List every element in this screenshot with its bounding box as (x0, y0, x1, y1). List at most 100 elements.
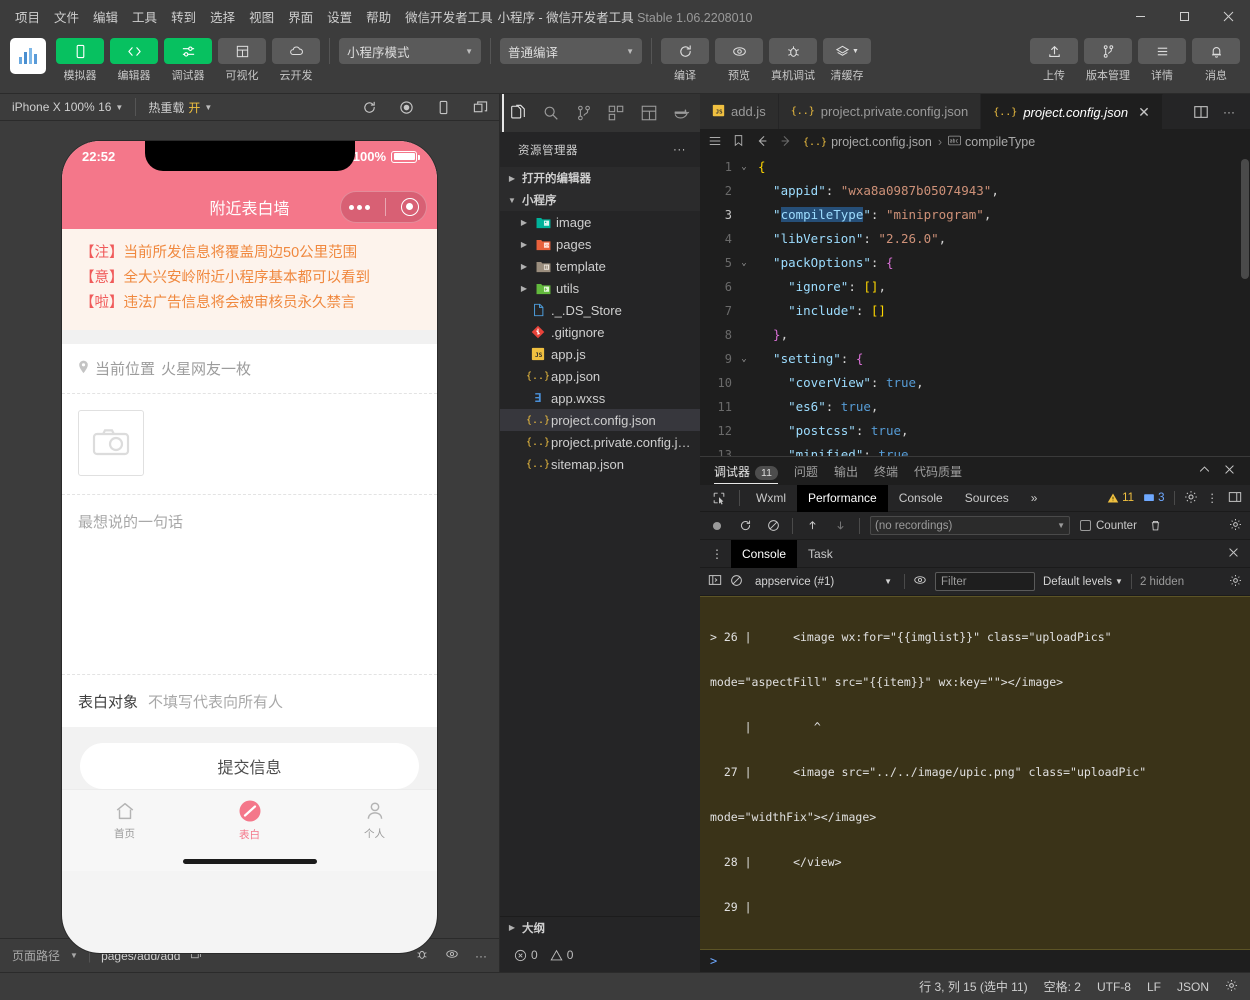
outline-list-icon[interactable] (708, 134, 722, 151)
extensions-icon[interactable] (600, 94, 633, 132)
menu-item-file[interactable]: 文件 (47, 3, 86, 30)
tree-item-utils[interactable]: ▶ utils (500, 277, 700, 299)
devtools-message-count[interactable]: 3 (1143, 492, 1164, 504)
upload-image-button[interactable] (78, 410, 144, 476)
settings-gear-icon[interactable] (1184, 490, 1198, 507)
record-circle-icon[interactable] (708, 520, 726, 532)
devtools-tab-sources[interactable]: Sources (954, 485, 1020, 512)
breadcrumb-file[interactable]: {..} project.config.json (803, 135, 932, 149)
counter-checkbox-wrap[interactable]: Counter (1080, 520, 1137, 532)
indent-setting[interactable]: 空格: 2 (1044, 978, 1081, 995)
toolbar-debugger[interactable]: 调试器 (164, 38, 212, 83)
outline-section[interactable]: ▶ 大纲 (500, 916, 700, 938)
language-mode[interactable]: JSON (1177, 980, 1209, 994)
menu-item-help[interactable]: 帮助 (359, 3, 398, 30)
recordings-select[interactable]: (no recordings) ▼ (870, 516, 1070, 535)
sim-status-eye-icon[interactable] (445, 947, 459, 964)
mode-select[interactable]: 小程序模式 ▼ (339, 38, 481, 64)
collapse-icon[interactable] (1198, 463, 1211, 479)
search-icon[interactable] (535, 94, 568, 132)
menu-item-tools[interactable]: 工具 (125, 3, 164, 30)
forward-arrow-icon[interactable] (779, 134, 793, 151)
status-settings-icon[interactable] (1225, 979, 1238, 995)
console-clear-icon[interactable] (730, 574, 743, 590)
toolbar-clear-cache[interactable]: ▼ 清缓存 (823, 38, 871, 83)
target-input-row[interactable]: 表白对象 不填写代表向所有人 (62, 675, 437, 727)
toolbar-version[interactable]: 版本管理 (1084, 38, 1132, 83)
warning-count[interactable]: 0 (550, 948, 574, 962)
devtools-tab-performance[interactable]: Performance (797, 485, 888, 512)
close-icon[interactable]: ✕ (1138, 104, 1150, 121)
reload-icon[interactable] (736, 519, 754, 532)
panel-tab-problems[interactable]: 问题 (794, 458, 818, 484)
menu-item-ui[interactable]: 界面 (281, 3, 320, 30)
sim-multi-window-button[interactable] (462, 94, 499, 121)
tree-item-ds-store[interactable]: ._.DS_Store (500, 299, 700, 321)
editor-more-icon[interactable]: ··· (1216, 94, 1242, 129)
source-control-icon[interactable] (567, 94, 600, 132)
hot-reload-toggle[interactable]: 热重载 开 ▼ (136, 94, 224, 121)
console-filter-input[interactable]: Filter (935, 572, 1035, 591)
cursor-position[interactable]: 行 3, 列 15 (选中 11) (919, 978, 1027, 995)
close-icon[interactable] (1223, 463, 1236, 479)
layout-icon[interactable] (633, 94, 666, 132)
tab-home[interactable]: 首页 (62, 800, 187, 841)
files-icon[interactable] (502, 94, 535, 132)
menu-item-project[interactable]: 项目 (8, 3, 47, 30)
submit-button[interactable]: 提交信息 (80, 743, 419, 789)
tree-item-app-wxss[interactable]: ∃ app.wxss (500, 387, 700, 409)
tree-item-sitemap-json[interactable]: {..} sitemap.json (500, 453, 700, 475)
sim-status-bug-icon[interactable] (415, 947, 429, 964)
sim-rotate-device-button[interactable] (425, 94, 462, 121)
minimize-button[interactable] (1118, 0, 1162, 32)
upload-profile-icon[interactable] (803, 519, 821, 532)
page-path-label[interactable]: 页面路径 (12, 947, 60, 964)
console-prompt[interactable]: > (700, 950, 1250, 972)
toolbar-preview[interactable]: 预览 (715, 38, 763, 83)
toolbar-details[interactable]: 详情 (1138, 38, 1186, 83)
tree-item-image[interactable]: ▶ image (500, 211, 700, 233)
breadcrumb-symbol[interactable]: abc compileType (948, 135, 1035, 149)
dock-icon[interactable] (1228, 490, 1242, 507)
location-row[interactable]: 当前位置 火星网友一枚 (62, 344, 437, 394)
console-drawer-menu-icon[interactable]: ⋮ (704, 540, 731, 568)
panel-tab-debugger[interactable]: 调试器11 (714, 458, 778, 484)
console-output[interactable]: > 26 | <image wx:for="{{imglist}}" class… (700, 596, 1250, 972)
docker-icon[interactable] (665, 94, 698, 132)
editor-scrollbar[interactable] (1240, 155, 1250, 456)
tree-item-project-private-config-json[interactable]: {..} project.private.config.js... (500, 431, 700, 453)
tree-item-template[interactable]: ▶ template (500, 255, 700, 277)
tree-item-app-js[interactable]: JS app.js (500, 343, 700, 365)
bookmark-icon[interactable] (732, 134, 745, 150)
tree-item-pages[interactable]: ▶ <> pages (500, 233, 700, 255)
menu-item-goto[interactable]: 转到 (164, 3, 203, 30)
compile-select[interactable]: 普通编译 ▼ (500, 38, 642, 64)
console-drawer-close[interactable] (1227, 546, 1250, 562)
console-drawer-tab-task[interactable]: Task (797, 540, 844, 568)
menu-item-wechat-devtools[interactable]: 微信开发者工具 (398, 3, 500, 30)
devtools-tab-overflow[interactable]: » (1020, 485, 1049, 512)
console-context-select[interactable]: appservice (#1) ▼ (751, 572, 896, 591)
toolbar-cloud[interactable]: 云开发 (272, 38, 320, 83)
menu-item-edit[interactable]: 编辑 (86, 3, 125, 30)
menu-item-view[interactable]: 视图 (242, 3, 281, 30)
console-hidden-count[interactable]: 2 hidden (1140, 576, 1184, 588)
toolbar-upload[interactable]: 上传 (1030, 38, 1078, 83)
toolbar-visual[interactable]: 可视化 (218, 38, 266, 83)
kebab-menu-icon[interactable]: ⋮ (1207, 491, 1220, 505)
toolbar-simulator[interactable]: 模拟器 (56, 38, 104, 83)
explorer-more-icon[interactable]: ··· (673, 144, 686, 156)
close-button[interactable] (1206, 0, 1250, 32)
code-editor[interactable]: 1⌄{ 2 "appid": "wxa8a0987b05074943", 3 "… (700, 155, 1250, 456)
sim-record-button[interactable] (388, 94, 425, 121)
toolbar-messages[interactable]: 消息 (1192, 38, 1240, 83)
maximize-button[interactable] (1162, 0, 1206, 32)
devtools-tab-console[interactable]: Console (888, 485, 954, 512)
toolbar-editor[interactable]: 编辑器 (110, 38, 158, 83)
tab-confess[interactable]: 表白 (187, 799, 312, 842)
device-select[interactable]: iPhone X 100% 16 ▼ (0, 94, 135, 121)
menu-item-settings[interactable]: 设置 (320, 3, 359, 30)
wechat-capsule-menu[interactable] (340, 191, 427, 223)
editor-tab-add-js[interactable]: JS add.js (700, 94, 779, 129)
sim-refresh-button[interactable] (351, 94, 388, 121)
